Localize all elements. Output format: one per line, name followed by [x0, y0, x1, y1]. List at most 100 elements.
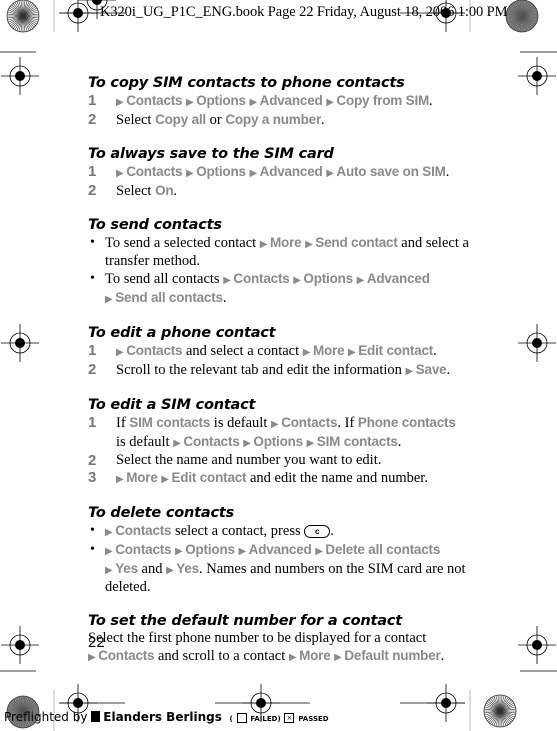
- menu-item: Save: [415, 362, 447, 377]
- step-item: 1 If SIM contacts is default ▶ Contacts. …: [88, 414, 488, 452]
- menu-term: Copy all: [155, 112, 206, 127]
- menu-item: Options: [196, 164, 246, 179]
- bullet-icon: •: [90, 235, 95, 250]
- step-number: 1: [88, 414, 97, 431]
- step-text: Select On.: [116, 183, 178, 199]
- step-text: Scroll to the relevant tab and edit the …: [116, 362, 451, 378]
- menu-arrow-icon: ▶: [356, 275, 367, 286]
- menu-item: Advanced: [248, 542, 312, 557]
- step-number: 2: [88, 361, 97, 378]
- step-item: 2 Select Copy all or Copy a number.: [88, 111, 488, 129]
- menu-arrow-icon: ▶: [348, 347, 359, 358]
- menu-arrow-icon: ▶: [186, 168, 197, 179]
- menu-arrow-icon: ▶: [302, 347, 313, 358]
- menu-arrow-icon: ▶: [334, 652, 345, 663]
- section-heading: To edit a phone contact: [88, 325, 276, 341]
- menu-arrow-icon: ▶: [105, 546, 116, 557]
- menu-term: On: [155, 183, 174, 198]
- menu-item: Advanced: [259, 93, 323, 108]
- menu-arrow-icon: ▶: [166, 565, 177, 576]
- bullet-icon: •: [90, 271, 95, 286]
- menu-item: Delete all contacts: [325, 542, 441, 557]
- step-item: 3 ▶ More ▶ Edit contact and edit the name…: [88, 469, 488, 488]
- step-item: 2 Select On.: [88, 182, 488, 200]
- menu-arrow-icon: ▶: [243, 438, 254, 449]
- menu-arrow-icon: ▶: [306, 438, 317, 449]
- section: To copy SIM contacts to phone contacts 1 ▶…: [88, 74, 488, 129]
- menu-item: Contacts: [183, 434, 240, 449]
- page-number: 22: [88, 634, 105, 651]
- menu-item: Contacts: [281, 415, 338, 430]
- menu-arrow-icon: ▶: [175, 546, 186, 557]
- menu-item: More: [126, 470, 158, 485]
- menu-arrow-icon: ▶: [116, 347, 127, 358]
- menu-arrow-icon: ▶: [105, 527, 116, 538]
- step-item: 1 ▶ Contacts ▶ Options ▶ Advanced ▶ Copy …: [88, 92, 488, 111]
- failed-checkbox: [236, 712, 247, 723]
- step-text: ▶ More ▶ Edit contact and edit the name …: [116, 470, 428, 486]
- menu-item: Contacts: [126, 343, 183, 358]
- menu-item: Default number: [344, 648, 441, 663]
- menu-arrow-icon: ▶: [293, 275, 304, 286]
- menu-item: Auto save on SIM: [336, 164, 446, 179]
- step-number: 2: [88, 182, 97, 199]
- menu-arrow-icon: ▶: [305, 239, 316, 250]
- menu-item: Advanced: [366, 271, 430, 286]
- step-text: ▶ Contacts ▶ Options ▶ Advanced ▶ Copy f…: [116, 93, 433, 109]
- bullet-text: To send all contacts ▶ Contacts ▶ Option…: [105, 271, 430, 306]
- step-item: 1 ▶ Contacts ▶ Options ▶ Advanced ▶ Auto …: [88, 163, 488, 182]
- section-heading: To delete contacts: [88, 505, 235, 521]
- menu-arrow-icon: ▶: [249, 168, 260, 179]
- menu-item: Contacts: [98, 648, 155, 663]
- c-key-icon: c: [304, 525, 331, 539]
- section: To always save to the SIM card 1 ▶ Contact…: [88, 145, 488, 200]
- step-number: 1: [88, 163, 97, 180]
- bullet-text: To send a selected contact ▶ More ▶ Send…: [105, 235, 469, 269]
- preflight-stamp: Preflighted by Elanders Berlings ( FAILE…: [4, 710, 329, 724]
- preflight-company: Elanders Berlings: [103, 710, 222, 724]
- menu-arrow-icon: ▶: [315, 546, 326, 557]
- passed-checkbox: ×: [284, 712, 295, 723]
- menu-arrow-icon: ▶: [288, 652, 300, 663]
- menu-item: Edit contact: [358, 343, 434, 358]
- menu-arrow-icon: ▶: [223, 275, 234, 286]
- bullet-item: • ▶ Contacts select a contact, press c.: [88, 522, 488, 541]
- menu-item: SIM contacts: [316, 434, 398, 449]
- bullet-text: ▶ Contacts ▶ Options ▶ Advanced ▶ Delete…: [105, 542, 466, 595]
- section-heading: To send contacts: [88, 217, 222, 233]
- menu-item: Options: [185, 542, 235, 557]
- step-item: 1 ▶ Contacts and select a contact ▶ More …: [88, 342, 488, 361]
- menu-arrow-icon: ▶: [259, 239, 270, 250]
- menu-item: Yes: [176, 561, 199, 576]
- step-item: 2 Select the name and number you want to …: [88, 452, 488, 469]
- elanders-logo-icon: [91, 711, 101, 722]
- section-heading: To edit a SIM contact: [88, 397, 256, 413]
- menu-arrow-icon: ▶: [173, 438, 184, 449]
- menu-arrow-icon: ▶: [88, 652, 99, 663]
- bullet-item: • ▶ Contacts ▶ Options ▶ Advanced ▶ Delet…: [88, 541, 488, 596]
- menu-item: More: [312, 343, 345, 358]
- menu-item: Yes: [115, 561, 138, 576]
- bullet-icon: •: [90, 523, 95, 538]
- menu-item: Send contact: [315, 235, 398, 250]
- step-text: If SIM contacts is default ▶ Contacts. I…: [116, 415, 456, 450]
- menu-arrow-icon: ▶: [186, 97, 197, 108]
- menu-item: Options: [253, 434, 303, 449]
- section: To delete contacts • ▶ Contacts select a c…: [88, 504, 488, 596]
- menu-item: Send all contacts: [115, 290, 223, 305]
- step-text: ▶ Contacts ▶ Options ▶ Advanced ▶ Auto s…: [116, 164, 450, 180]
- menu-term: Phone contacts: [357, 415, 456, 430]
- menu-item: More: [270, 235, 302, 250]
- menu-arrow-icon: ▶: [405, 366, 416, 377]
- menu-arrow-icon: ▶: [105, 294, 116, 305]
- step-number: 1: [88, 342, 97, 359]
- menu-arrow-icon: ▶: [326, 168, 337, 179]
- failed-label: FAILED: [250, 715, 278, 723]
- section: To edit a phone contact 1 ▶ Contacts and s…: [88, 324, 488, 380]
- menu-arrow-icon: ▶: [161, 474, 172, 485]
- menu-item: Copy from SIM: [336, 93, 430, 108]
- menu-arrow-icon: ▶: [116, 474, 127, 485]
- menu-item: Contacts: [115, 523, 172, 538]
- preflight-prefix: Preflighted by: [4, 710, 88, 724]
- page-content: To copy SIM contacts to phone contacts 1 ▶…: [88, 74, 488, 682]
